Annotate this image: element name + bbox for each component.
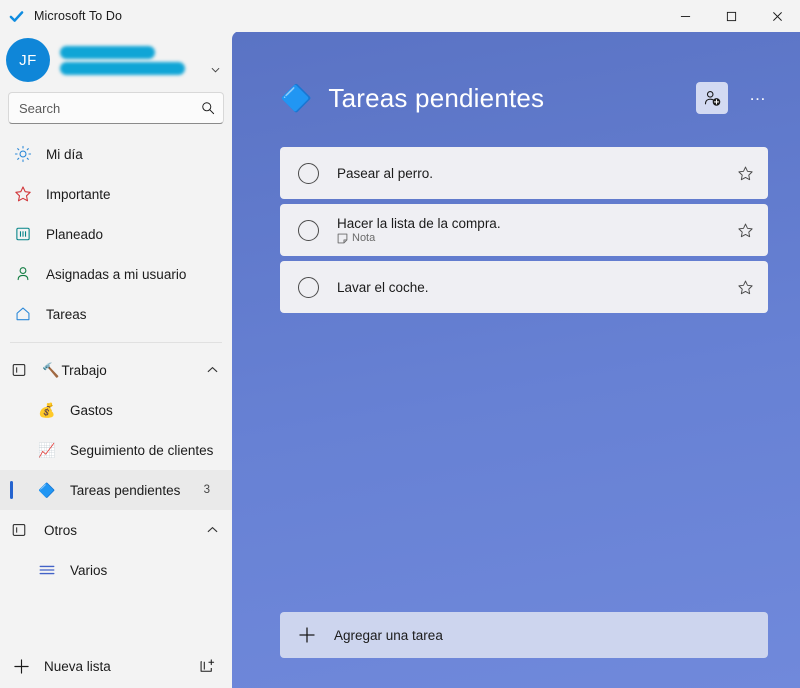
- add-task-label: Agregar una tarea: [334, 627, 443, 643]
- sidebar-group-otros[interactable]: Otros: [0, 510, 232, 550]
- account-header[interactable]: JF: [0, 32, 232, 88]
- account-text: [60, 45, 224, 75]
- sidebar-item-label: Gastos: [70, 402, 113, 418]
- task-title: Hacer la lista de la compra.: [337, 216, 501, 231]
- chevron-up-icon[interactable]: [207, 365, 222, 376]
- sun-icon: [10, 145, 36, 163]
- chart-increasing-icon: 📈: [38, 442, 56, 458]
- task-list: Pasear al perro. Hacer la lista de la co…: [232, 125, 800, 612]
- sidebar-divider: [10, 342, 222, 343]
- add-task-button[interactable]: Agregar una tarea: [280, 612, 768, 658]
- task-body: Pasear al perro.: [337, 166, 737, 181]
- more-options-button[interactable]: …: [742, 79, 774, 117]
- task-title: Pasear al perro.: [337, 165, 434, 181]
- window-title: Microsoft To Do: [34, 9, 123, 23]
- search-box[interactable]: [8, 92, 224, 124]
- task-checkbox[interactable]: [298, 276, 319, 298]
- sidebar-group-label: Otros: [44, 522, 78, 538]
- task-row[interactable]: Pasear al perro.: [280, 147, 768, 199]
- minimize-button[interactable]: [662, 0, 708, 32]
- person-icon: [10, 265, 36, 283]
- task-body: Lavar el coche.: [337, 280, 737, 295]
- sidebar: JF Search Mi día Importante Planeado Asi…: [0, 32, 232, 688]
- search-icon[interactable]: [201, 101, 215, 115]
- title-bar: Microsoft To Do: [0, 0, 800, 32]
- sidebar-item-label: Tareas: [46, 306, 87, 322]
- account-name-redacted: [60, 45, 155, 59]
- new-group-icon[interactable]: [192, 651, 222, 681]
- sidebar-item-planeado[interactable]: Planeado: [0, 214, 232, 254]
- page-title[interactable]: Tareas pendientes: [328, 83, 696, 114]
- sidebar-item-mi-dia[interactable]: Mi día: [0, 134, 232, 174]
- star-icon[interactable]: [737, 165, 754, 182]
- sidebar-item-varios[interactable]: Varios: [0, 550, 232, 590]
- new-list-label: Nueva lista: [44, 658, 111, 674]
- sidebar-item-count: 3: [203, 484, 210, 496]
- add-task-container: Agregar una tarea: [232, 612, 800, 688]
- money-bag-icon: 💰: [38, 402, 56, 418]
- home-icon: [10, 305, 36, 323]
- sidebar-item-tareas[interactable]: Tareas: [0, 294, 232, 334]
- blue-diamond-icon: 🔷: [38, 482, 56, 498]
- star-icon: [10, 185, 36, 203]
- task-note-label: Nota: [352, 232, 376, 244]
- sidebar-item-gastos[interactable]: 💰 Gastos: [0, 390, 232, 430]
- sidebar-item-label: Seguimiento de clientes: [70, 442, 214, 458]
- task-row[interactable]: Hacer la lista de la compra. Nota: [280, 204, 768, 256]
- sidebar-item-asignadas-a-mi-usuario[interactable]: Asignadas a mi usuario: [0, 254, 232, 294]
- task-body: Hacer la lista de la compra. Nota: [337, 216, 737, 244]
- group-icon: [8, 522, 30, 538]
- account-email-redacted: [60, 61, 185, 75]
- search-input[interactable]: [19, 100, 201, 116]
- sidebar-item-label: Mi día: [46, 146, 83, 162]
- star-icon[interactable]: [737, 222, 754, 239]
- add-person-icon[interactable]: [696, 82, 728, 114]
- task-checkbox[interactable]: [298, 219, 319, 241]
- app-checkmark-icon: [2, 9, 30, 24]
- sidebar-nav: Mi día Importante Planeado Asignadas a m…: [0, 132, 232, 644]
- chevron-up-icon[interactable]: [207, 525, 222, 536]
- note-icon: [337, 233, 348, 244]
- plus-icon: [298, 626, 316, 644]
- new-list-button[interactable]: Nueva lista: [0, 644, 232, 688]
- blue-diamond-icon: 🔷: [280, 83, 313, 113]
- avatar[interactable]: JF: [6, 38, 50, 82]
- selection-indicator: [10, 481, 13, 499]
- task-checkbox[interactable]: [298, 162, 319, 184]
- sidebar-item-label: Varios: [70, 562, 108, 578]
- sidebar-item-label: Importante: [46, 186, 111, 202]
- sidebar-item-seguimiento-de-clientes[interactable]: 📈 Seguimiento de clientes: [0, 430, 232, 470]
- group-emoji: 🔨: [42, 362, 60, 378]
- maximize-button[interactable]: [708, 0, 754, 32]
- sidebar-group-label: Trabajo: [61, 362, 107, 378]
- list-icon: [34, 563, 60, 577]
- task-row[interactable]: Lavar el coche.: [280, 261, 768, 313]
- sidebar-item-label: Planeado: [46, 226, 104, 242]
- sidebar-item-label: Asignadas a mi usuario: [46, 266, 187, 282]
- sidebar-item-label: Tareas pendientes: [70, 482, 181, 498]
- search-container: [0, 88, 232, 132]
- main-panel: 🔷 Tareas pendientes … Pasear al perro. H…: [232, 31, 800, 688]
- sidebar-group-trabajo[interactable]: 🔨 Trabajo: [0, 350, 232, 390]
- sidebar-item-tareas-pendientes[interactable]: 🔷 Tareas pendientes 3: [0, 470, 232, 510]
- list-header: 🔷 Tareas pendientes …: [232, 31, 800, 125]
- task-metadata: Nota: [337, 232, 737, 244]
- task-title: Lavar el coche.: [337, 279, 429, 295]
- star-icon[interactable]: [737, 279, 754, 296]
- microsoft-todo-window: Microsoft To Do JF Search Mi día Importa…: [0, 0, 800, 688]
- account-chevron-down-icon[interactable]: [211, 65, 220, 75]
- group-icon: [8, 362, 30, 378]
- plus-icon: [8, 658, 34, 675]
- window-body: JF Search Mi día Importante Planeado Asi…: [0, 31, 800, 688]
- sidebar-item-importante[interactable]: Importante: [0, 174, 232, 214]
- close-button[interactable]: [754, 0, 800, 32]
- calendar-icon: [10, 225, 36, 243]
